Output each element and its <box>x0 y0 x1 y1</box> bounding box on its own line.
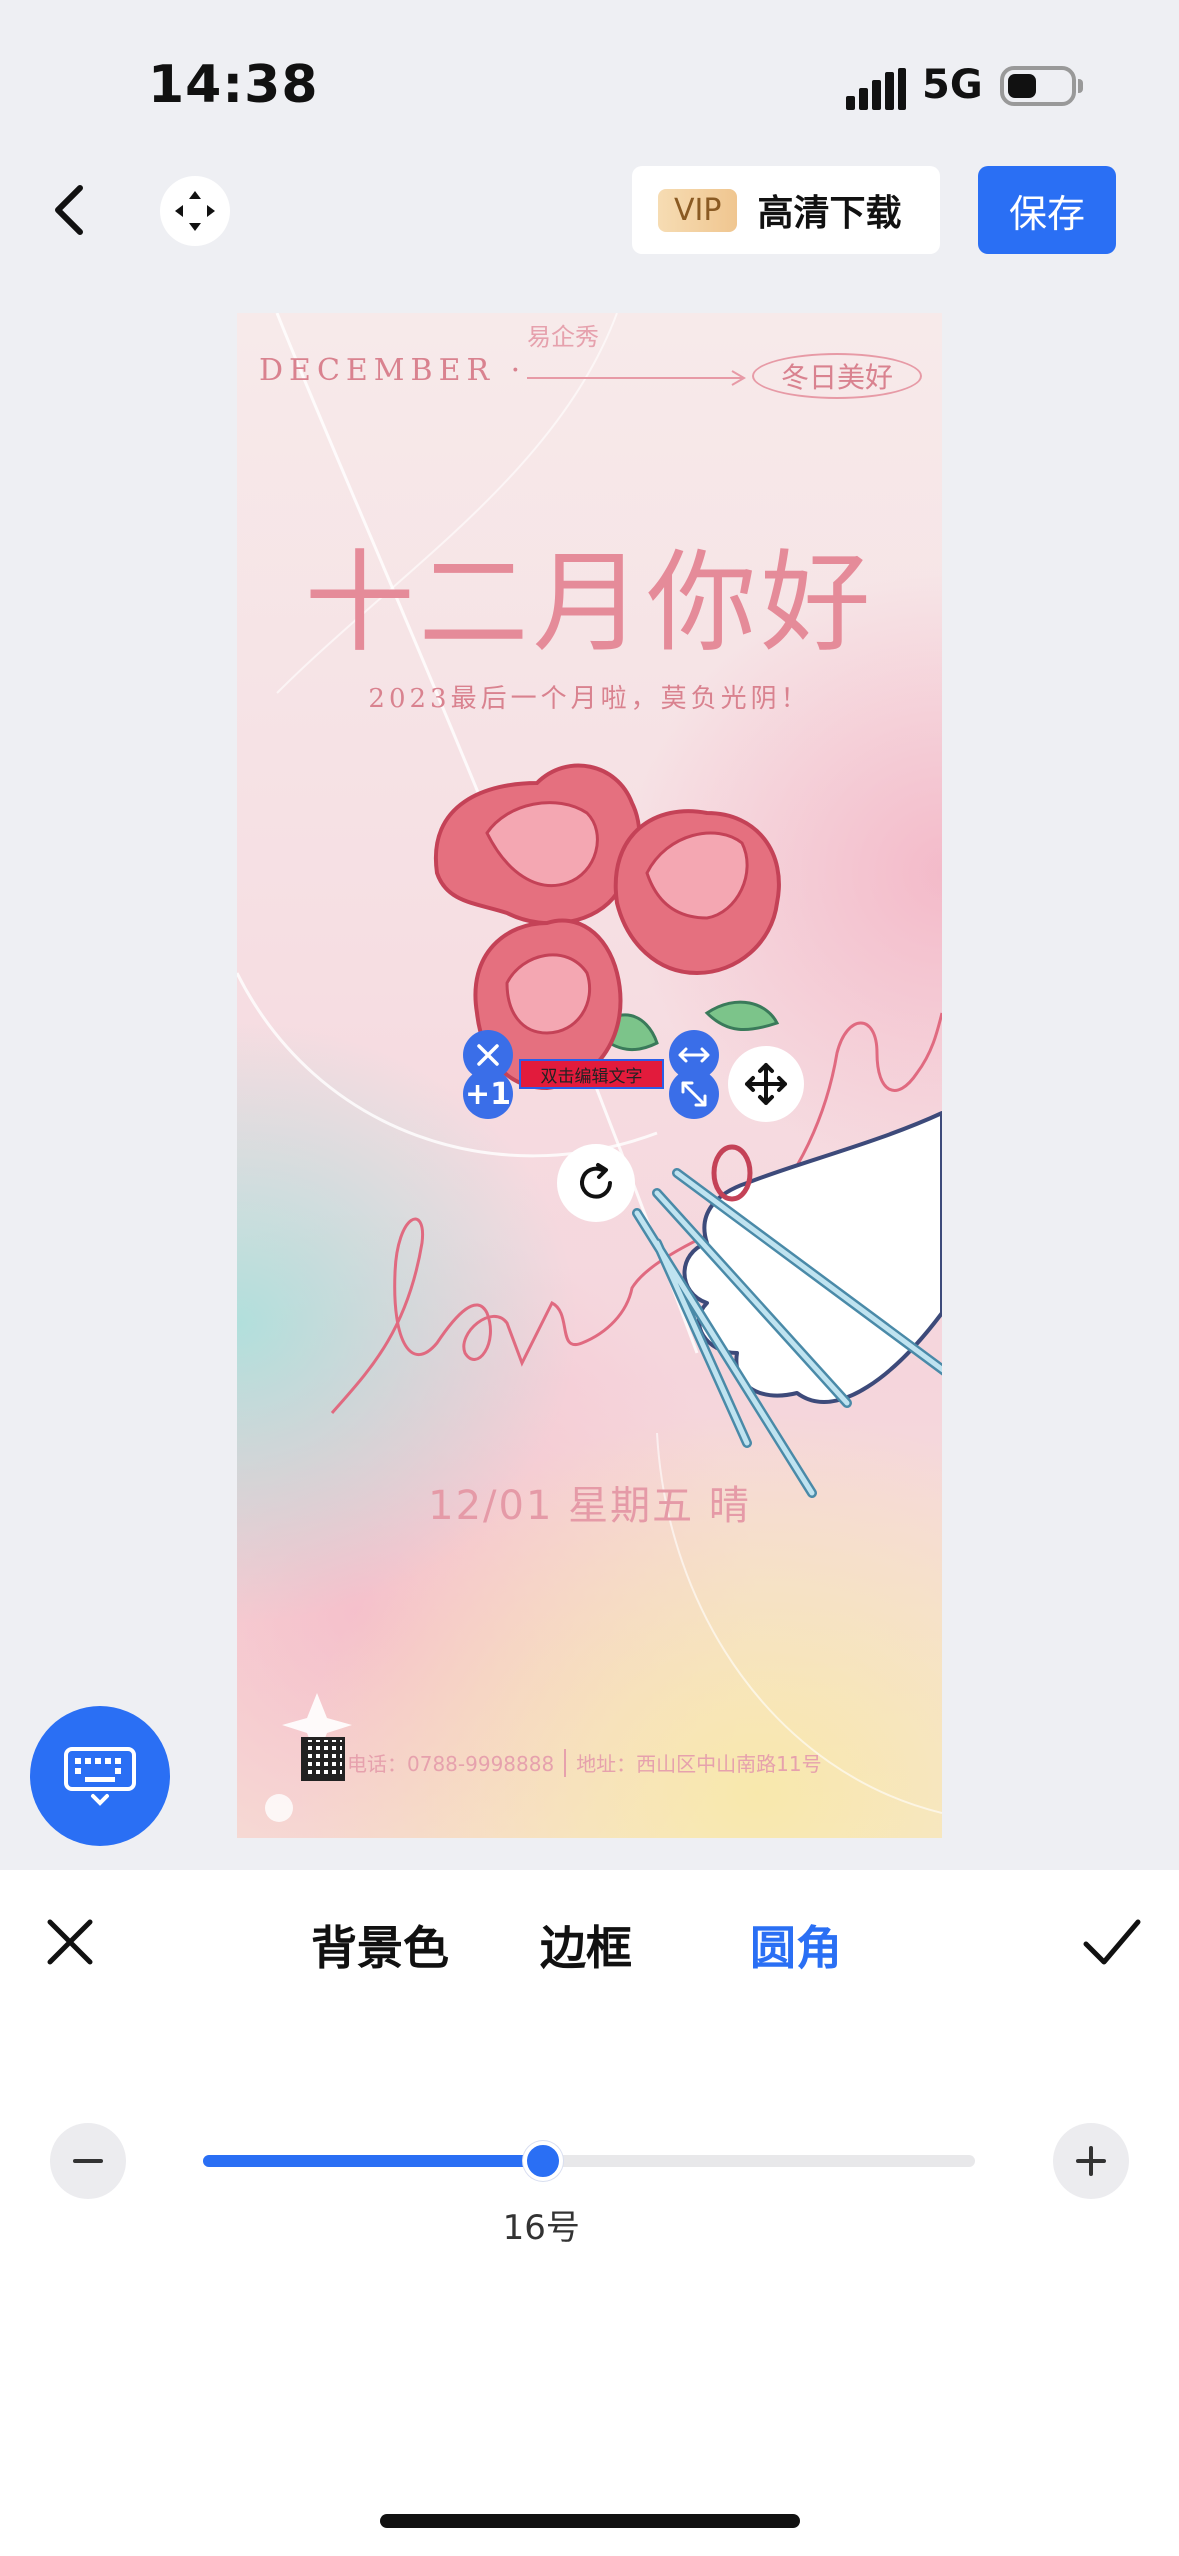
close-icon <box>477 1044 499 1066</box>
poster-phone: 电话：0788-9998888 <box>347 1752 555 1776</box>
confirm-button[interactable] <box>1080 1912 1144 1972</box>
close-icon <box>47 1919 93 1965</box>
tab-corner-radius[interactable]: 圆角 <box>750 1912 842 1978</box>
close-panel-button[interactable] <box>40 1912 100 1972</box>
poster-tag[interactable]: 冬日美好 <box>752 353 922 399</box>
hd-download-button[interactable]: VIP 高清下载 <box>632 166 940 254</box>
resize-handle[interactable] <box>669 1069 719 1119</box>
radius-value-label: 16号 <box>502 2208 580 2248</box>
save-button[interactable]: 保存 <box>978 166 1116 254</box>
selected-text-element[interactable]: 双击编辑文字 <box>519 1059 664 1089</box>
rotate-icon <box>580 1163 612 1199</box>
network-type: 5G <box>922 62 983 108</box>
increase-button[interactable] <box>1053 2123 1129 2199</box>
move-arrows-icon <box>745 1063 787 1105</box>
poster-month-label[interactable]: DECEMBER · <box>259 353 526 388</box>
poster-canvas[interactable]: 易企秀 DECEMBER · 冬日美好 十二月你好 2023最后一个月啦，莫负光… <box>237 313 942 1838</box>
status-time: 14:38 <box>148 55 319 115</box>
cellular-signal-icon <box>846 68 906 110</box>
fit-screen-button[interactable] <box>160 176 230 246</box>
home-indicator[interactable] <box>380 2514 800 2528</box>
poster-title[interactable]: 十二月你好 <box>237 513 942 673</box>
expand-arrows-icon <box>175 191 215 231</box>
poster-subtitle[interactable]: 2023最后一个月啦，莫负光阴！ <box>237 678 942 715</box>
footer-divider <box>564 1748 567 1777</box>
poster-logo: 易企秀 <box>527 323 599 351</box>
battery-tip <box>1078 79 1083 93</box>
move-handle[interactable] <box>728 1046 804 1122</box>
diagonal-resize-icon <box>681 1081 707 1107</box>
duplicate-element-handle[interactable]: +1 <box>463 1069 513 1119</box>
tab-border[interactable]: 边框 <box>540 1912 632 1978</box>
back-button[interactable] <box>40 170 100 250</box>
rotate-handle[interactable] <box>557 1144 635 1222</box>
checkmark-icon <box>1083 1919 1141 1965</box>
plus-icon <box>1076 2146 1106 2176</box>
keyboard-toggle-button[interactable] <box>30 1706 170 1846</box>
poster-date[interactable]: 12/01 星期五 晴 <box>237 1473 942 1531</box>
battery-icon <box>1000 66 1076 106</box>
poster-footer[interactable]: 电话：0788-9998888 地址：西山区中山南路11号 <box>347 1748 822 1777</box>
horizontal-arrows-icon <box>678 1047 710 1063</box>
chevron-left-icon <box>55 185 83 235</box>
minus-icon <box>73 2159 103 2163</box>
keyboard-icon <box>64 1747 136 1806</box>
radius-slider-thumb[interactable] <box>522 2141 563 2181</box>
tab-background-color[interactable]: 背景色 <box>311 1912 449 1978</box>
qr-code[interactable] <box>301 1737 345 1781</box>
poster-address: 地址：西山区中山南路11号 <box>576 1752 822 1776</box>
radius-slider-fill <box>203 2155 543 2167</box>
hd-download-label: 高清下载 <box>757 193 902 234</box>
vip-badge: VIP <box>658 188 738 232</box>
decrease-button[interactable] <box>50 2123 126 2199</box>
